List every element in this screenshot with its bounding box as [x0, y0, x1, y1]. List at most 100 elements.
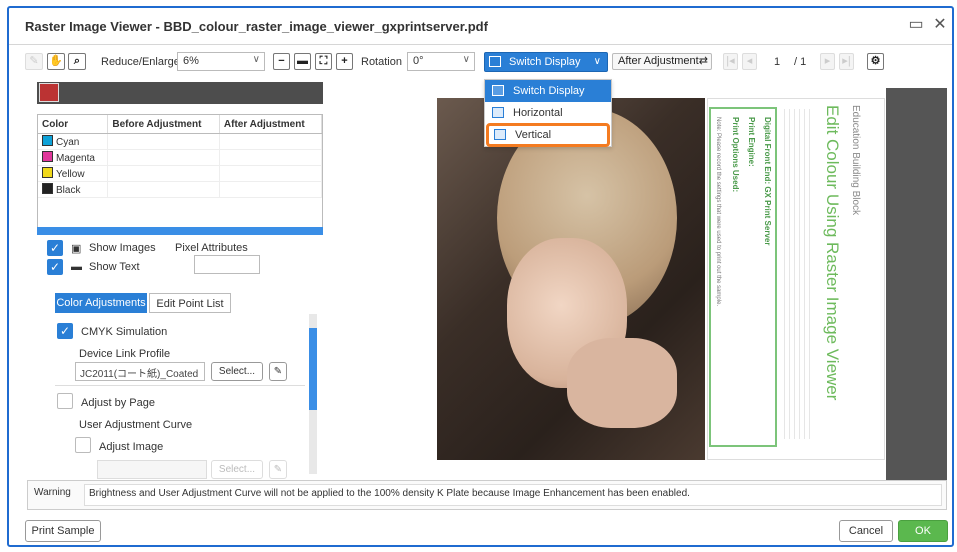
warning-label: Warning [34, 487, 71, 498]
select-curve-button[interactable]: Select... [211, 460, 263, 479]
pixel-attributes-label: Pixel Attributes [175, 242, 248, 254]
eyedropper-icon[interactable]: ✎ [25, 53, 43, 70]
yellow-swatch [42, 167, 53, 178]
horizontal-split-icon [492, 107, 504, 118]
curve-field[interactable] [97, 460, 207, 479]
form-note: Note: Please record the settings that we… [715, 117, 721, 307]
chevron-down-icon: ∨ [462, 54, 470, 65]
window-title: Raster Image Viewer - BBD_colour_raster_… [25, 19, 488, 34]
device-link-profile-label: Device Link Profile [79, 348, 171, 360]
rotation-select[interactable]: 0° ∨ [407, 52, 475, 71]
dropdown-item-switch-display[interactable]: Switch Display [485, 80, 611, 102]
toolbar: ✎ ✋ ⌕ Reduce/Enlarge 6% ∨ − ▬ ⛶ + Rotati… [9, 48, 952, 76]
header-color: Color [38, 115, 109, 134]
chevron-down-icon: ∨ [593, 56, 601, 67]
preview-background [886, 88, 947, 480]
first-page-button[interactable]: |◂ [723, 53, 738, 70]
switch-display-button[interactable]: Switch Display ∨ [484, 52, 608, 72]
device-link-profile-field[interactable]: JC2011(コート紙)_Coated [75, 362, 205, 381]
tab-edit-point-list[interactable]: Edit Point List [149, 293, 231, 313]
ok-button[interactable]: OK [898, 520, 948, 542]
zoom-tool-icon[interactable]: ⌕ [68, 53, 86, 70]
table-row[interactable]: Magenta [38, 149, 323, 166]
zoom-select[interactable]: 6% ∨ [177, 52, 265, 71]
show-text-checkbox[interactable]: ✓ [47, 259, 63, 275]
prev-page-button[interactable]: ◂ [742, 53, 757, 70]
table-row[interactable]: Cyan [38, 133, 323, 150]
show-images-checkbox[interactable]: ✓ [47, 240, 63, 256]
vertical-scrollbar[interactable] [309, 314, 317, 474]
user-adjustment-curve-label: User Adjustment Curve [79, 419, 193, 431]
table-row[interactable]: Yellow [38, 165, 323, 182]
show-text-label: Show Text [89, 261, 140, 273]
thumbnail-strip [37, 82, 323, 104]
image-preview-area[interactable]: Digital Front End: GX Print Server Print… [325, 76, 947, 480]
pixel-attributes-field[interactable] [194, 255, 260, 274]
select-profile-button[interactable]: Select... [211, 362, 263, 381]
print-sample-button[interactable]: Print Sample [25, 520, 101, 542]
title-bar: Raster Image Viewer - BBD_colour_raster_… [9, 8, 952, 45]
tab-color-adjustments[interactable]: Color Adjustments [55, 293, 147, 313]
reduce-enlarge-label: Reduce/Enlarge [101, 56, 180, 68]
after-adjustment-label: After Adjustment [618, 55, 699, 67]
header-before-adjustment: Before Adjustment [107, 115, 220, 134]
adjust-by-page-label: Adjust by Page [81, 397, 155, 409]
display-icon [489, 56, 501, 67]
edit-pencil-icon[interactable]: ✎ [269, 362, 287, 381]
warning-text: Brightness and User Adjustment Curve wil… [84, 484, 942, 506]
after-adjustment-button[interactable]: After Adjustment ⇄ [612, 53, 712, 70]
chevron-down-icon: ∨ [252, 54, 260, 65]
cancel-button[interactable]: Cancel [839, 520, 893, 542]
zoom-value: 6% [183, 55, 199, 67]
preview-document: Digital Front End: GX Print Server Print… [707, 98, 885, 460]
page-current[interactable]: 1 [774, 56, 780, 68]
zoom-in-button[interactable]: + [336, 53, 353, 70]
page-thumbnail[interactable] [39, 83, 59, 102]
settings-gear-icon[interactable]: ⚙ [867, 53, 884, 70]
black-swatch [42, 183, 53, 194]
raster-image-viewer-window: Raster Image Viewer - BBD_colour_raster_… [7, 6, 954, 547]
adjust-by-page-checkbox[interactable] [57, 393, 73, 409]
table-row[interactable]: Black [38, 181, 323, 198]
hand-tool-icon[interactable]: ✋ [47, 53, 65, 70]
adjust-image-label: Adjust Image [99, 441, 164, 453]
fit-width-button[interactable]: ▬ [294, 53, 311, 70]
close-icon[interactable]: ✕ [931, 16, 949, 34]
last-page-button[interactable]: ▸| [839, 53, 854, 70]
preview-photo [437, 98, 705, 460]
page-total: / 1 [794, 56, 807, 68]
doc-heading-large: Edit Colour Using Raster Image Viewer [823, 105, 842, 401]
show-images-label: Show Images [89, 242, 156, 254]
adjust-image-checkbox[interactable] [75, 437, 91, 453]
form-line-engine: Print Engine: [747, 117, 756, 167]
color-table: Color Before Adjustment After Adjustment… [37, 114, 323, 228]
zoom-out-button[interactable]: − [273, 53, 290, 70]
rotation-label: Rotation [361, 56, 402, 68]
form-line-dfe: Digital Front End: GX Print Server [763, 117, 772, 246]
swap-icon: ⇄ [698, 55, 708, 67]
horizontal-scrollbar[interactable] [37, 227, 323, 235]
table-header-row: Color Before Adjustment After Adjustment [38, 115, 323, 134]
vertical-split-icon [494, 129, 506, 140]
dropdown-item-horizontal[interactable]: Horizontal [485, 102, 611, 124]
next-page-button[interactable]: ▸ [820, 53, 835, 70]
warning-bar: Warning Brightness and User Adjustment C… [27, 480, 947, 510]
form-line-options: Print Options Used: [731, 117, 740, 193]
fit-page-button[interactable]: ⛶ [315, 53, 332, 70]
divider [55, 385, 305, 386]
header-after-adjustment: After Adjustment [219, 115, 323, 134]
magenta-swatch [42, 151, 53, 162]
dropdown-item-vertical[interactable]: Vertical [486, 123, 610, 147]
maximize-icon[interactable]: ▭ [907, 16, 925, 34]
left-panel: Color Before Adjustment After Adjustment… [27, 76, 323, 479]
edit-pencil-icon[interactable]: ✎ [269, 460, 287, 479]
doc-heading-small: Education Building Block [850, 105, 861, 216]
switch-display-dropdown: Switch Display Horizontal Vertical [484, 79, 612, 147]
doc-body-text [784, 109, 814, 439]
cmyk-simulation-checkbox[interactable]: ✓ [57, 323, 73, 339]
image-icon: ▣ [71, 243, 82, 255]
scrollbar-thumb[interactable] [309, 328, 317, 410]
display-icon [492, 85, 504, 96]
cmyk-simulation-label: CMYK Simulation [81, 326, 168, 338]
switch-display-label: Switch Display [509, 56, 581, 68]
